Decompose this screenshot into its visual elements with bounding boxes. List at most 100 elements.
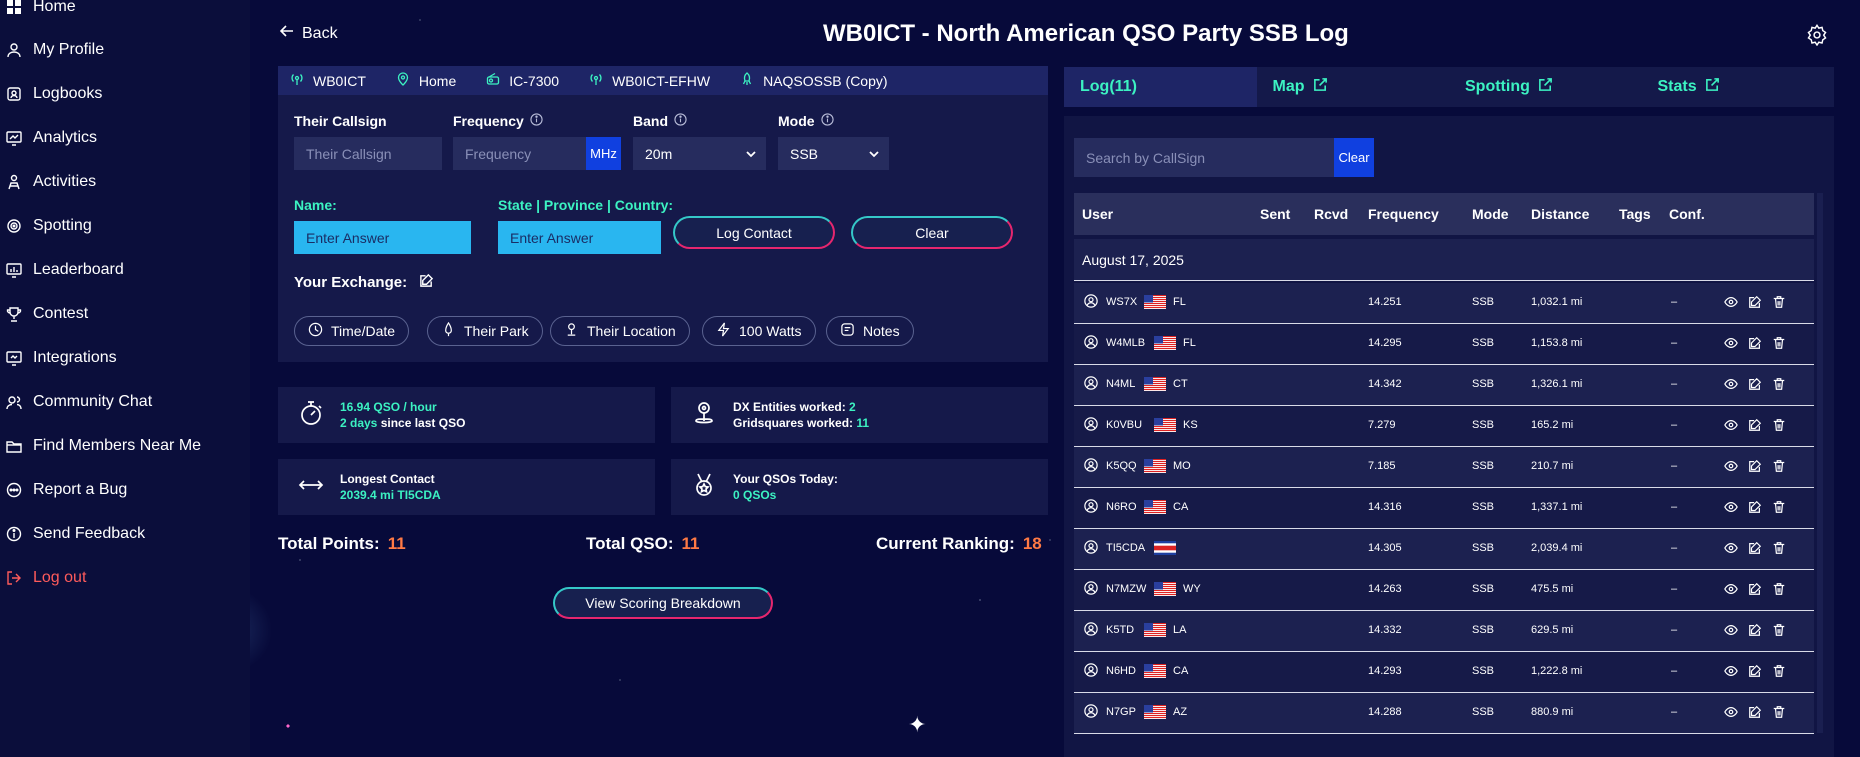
- name-input[interactable]: Enter Answer: [294, 221, 471, 254]
- back-button[interactable]: Back: [279, 24, 338, 43]
- eye-icon[interactable]: [1724, 295, 1738, 312]
- eye-icon[interactable]: [1724, 500, 1738, 517]
- callsign[interactable]: N4ML: [1106, 378, 1135, 390]
- trash-icon[interactable]: [1772, 418, 1786, 435]
- trash-icon[interactable]: [1772, 582, 1786, 599]
- sidebar-item-leaderboard[interactable]: Leaderboard: [0, 255, 250, 285]
- tab-map[interactable]: Map: [1257, 67, 1450, 107]
- callsign[interactable]: TI5CDA: [1106, 542, 1145, 554]
- eye-icon[interactable]: [1724, 336, 1738, 353]
- callsign[interactable]: W4MLB: [1106, 337, 1145, 349]
- clear-button[interactable]: Clear: [851, 216, 1013, 249]
- info-icon[interactable]: [674, 113, 687, 129]
- mode-select[interactable]: SSB: [778, 137, 889, 170]
- edit-icon[interactable]: [1748, 664, 1762, 681]
- eye-icon[interactable]: [1724, 582, 1738, 599]
- their-callsign-input[interactable]: Their Callsign: [294, 137, 442, 170]
- table-row[interactable]: K0VBU KS 7.279 SSB 165.2 mi –: [1074, 406, 1814, 447]
- tab-spotting[interactable]: Spotting: [1449, 67, 1642, 107]
- callsign-search-input[interactable]: Search by CallSign: [1074, 138, 1334, 177]
- tag-radio[interactable]: IC-7300: [486, 72, 559, 89]
- eye-icon[interactable]: [1724, 623, 1738, 640]
- search-clear-button[interactable]: Clear: [1334, 138, 1374, 177]
- edit-icon[interactable]: [1748, 295, 1762, 312]
- trash-icon[interactable]: [1772, 541, 1786, 558]
- sidebar-item-logout[interactable]: Log out: [0, 563, 250, 593]
- edit-icon[interactable]: [1748, 377, 1762, 394]
- edit-icon[interactable]: [1748, 500, 1762, 517]
- edit-icon[interactable]: [1748, 336, 1762, 353]
- table-row[interactable]: K5TD LA 14.332 SSB 629.5 mi –: [1074, 611, 1814, 652]
- info-icon[interactable]: [530, 113, 543, 129]
- edit-icon[interactable]: [1748, 705, 1762, 722]
- trash-icon[interactable]: [1772, 623, 1786, 640]
- edit-icon[interactable]: [1748, 623, 1762, 640]
- callsign[interactable]: K0VBU: [1106, 419, 1142, 431]
- table-row[interactable]: N6HD CA 14.293 SSB 1,222.8 mi –: [1074, 652, 1814, 693]
- eye-icon[interactable]: [1724, 541, 1738, 558]
- tab-log[interactable]: Log(11): [1064, 67, 1257, 107]
- chip-their-park[interactable]: Their Park: [427, 316, 543, 346]
- col-frequency[interactable]: Frequency: [1368, 206, 1439, 222]
- trash-icon[interactable]: [1772, 500, 1786, 517]
- tag-location[interactable]: Home: [396, 72, 456, 89]
- col-conf[interactable]: Conf.: [1669, 206, 1705, 222]
- tab-stats[interactable]: Stats: [1642, 67, 1835, 107]
- callsign[interactable]: K5TD: [1106, 624, 1134, 636]
- trash-icon[interactable]: [1772, 459, 1786, 476]
- callsign[interactable]: N6HD: [1106, 665, 1136, 677]
- edit-icon[interactable]: [1748, 582, 1762, 599]
- tag-antenna[interactable]: WB0ICT-EFHW: [589, 72, 710, 89]
- sidebar-item-community-chat[interactable]: Community Chat: [0, 387, 250, 417]
- sidebar-item-home[interactable]: Home: [0, 0, 250, 22]
- trash-icon[interactable]: [1772, 377, 1786, 394]
- sidebar-item-report-bug[interactable]: Report a Bug: [0, 475, 250, 505]
- col-sent[interactable]: Sent: [1260, 206, 1290, 222]
- col-user[interactable]: User: [1082, 206, 1113, 222]
- sidebar-item-analytics[interactable]: Analytics: [0, 123, 250, 153]
- log-contact-button[interactable]: Log Contact: [673, 216, 835, 249]
- trash-icon[interactable]: [1772, 664, 1786, 681]
- edit-icon[interactable]: [1748, 459, 1762, 476]
- table-row[interactable]: WS7X FL 14.251 SSB 1,032.1 mi –: [1074, 283, 1814, 324]
- chip-time-date[interactable]: Time/Date: [294, 316, 410, 346]
- table-scrollbar[interactable]: [1817, 193, 1823, 733]
- table-row[interactable]: TI5CDA 14.305 SSB 2,039.4 mi –: [1074, 529, 1814, 570]
- band-select[interactable]: 20m: [633, 137, 766, 170]
- sidebar-item-activities[interactable]: Activities: [0, 167, 250, 197]
- edit-icon[interactable]: [419, 273, 434, 292]
- table-row[interactable]: N7GP AZ 14.288 SSB 880.9 mi –: [1074, 693, 1814, 734]
- frequency-input[interactable]: Frequency: [453, 137, 586, 170]
- eye-icon[interactable]: [1724, 705, 1738, 722]
- gear-icon[interactable]: [1806, 24, 1828, 51]
- view-scoring-breakdown-button[interactable]: View Scoring Breakdown: [553, 587, 773, 619]
- sidebar-item-find-members[interactable]: Find Members Near Me: [0, 431, 250, 461]
- state-input[interactable]: Enter Answer: [498, 221, 661, 254]
- edit-icon[interactable]: [1748, 418, 1762, 435]
- eye-icon[interactable]: [1724, 664, 1738, 681]
- eye-icon[interactable]: [1724, 459, 1738, 476]
- table-row[interactable]: N4ML CT 14.342 SSB 1,326.1 mi –: [1074, 365, 1814, 406]
- callsign[interactable]: K5QQ: [1106, 460, 1137, 472]
- trash-icon[interactable]: [1772, 295, 1786, 312]
- sidebar-item-logbooks[interactable]: Logbooks: [0, 79, 250, 109]
- col-distance[interactable]: Distance: [1531, 206, 1589, 222]
- col-tags[interactable]: Tags: [1619, 206, 1651, 222]
- table-row[interactable]: N6RO CA 14.316 SSB 1,337.1 mi –: [1074, 488, 1814, 529]
- sidebar-item-spotting[interactable]: Spotting: [0, 211, 250, 241]
- callsign[interactable]: N6RO: [1106, 501, 1137, 513]
- tag-callsign[interactable]: WB0ICT: [290, 72, 366, 89]
- chip-power[interactable]: 100 Watts: [702, 316, 816, 346]
- edit-icon[interactable]: [1748, 541, 1762, 558]
- callsign[interactable]: N7GP: [1106, 706, 1136, 718]
- eye-icon[interactable]: [1724, 377, 1738, 394]
- table-row[interactable]: N7MZW WY 14.263 SSB 475.5 mi –: [1074, 570, 1814, 611]
- table-row[interactable]: W4MLB FL 14.295 SSB 1,153.8 mi –: [1074, 324, 1814, 365]
- sidebar-item-send-feedback[interactable]: Send Feedback: [0, 519, 250, 549]
- table-row[interactable]: K5QQ MO 7.185 SSB 210.7 mi –: [1074, 447, 1814, 488]
- trash-icon[interactable]: [1772, 705, 1786, 722]
- sidebar-item-integrations[interactable]: Integrations: [0, 343, 250, 373]
- trash-icon[interactable]: [1772, 336, 1786, 353]
- sidebar-item-contest[interactable]: Contest: [0, 299, 250, 329]
- col-mode[interactable]: Mode: [1472, 206, 1509, 222]
